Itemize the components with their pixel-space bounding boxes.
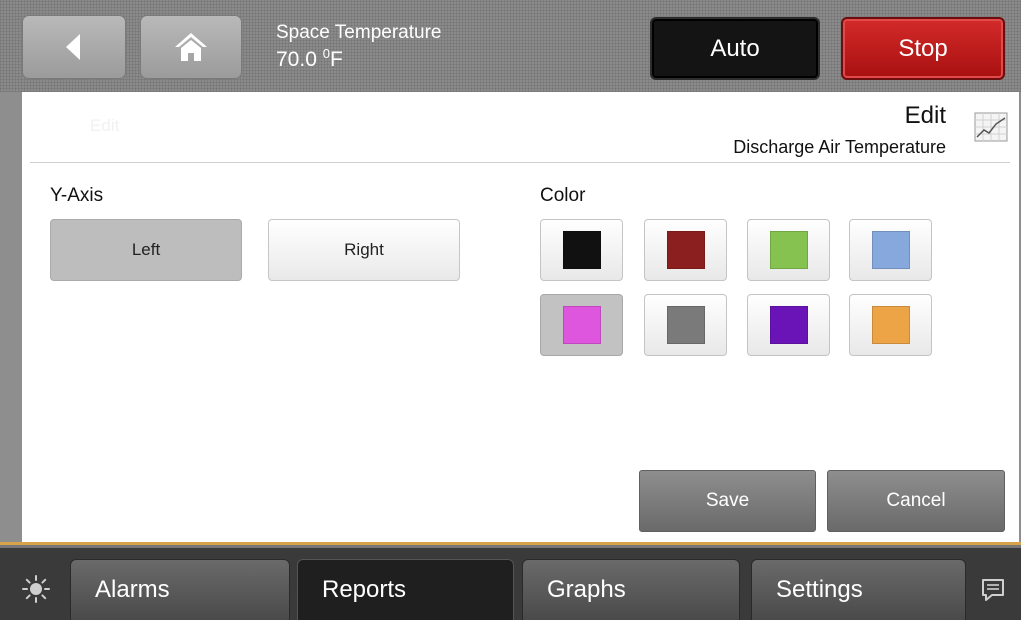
ghost-title: Edit <box>90 116 120 135</box>
color-label: Color <box>540 185 586 206</box>
cancel-button[interactable]: Cancel <box>827 470 1005 532</box>
edit-panel: Edit Edit Discharge Air Temperature Y-Ax… <box>22 92 1019 542</box>
panel-title: Edit <box>904 102 946 129</box>
color-swatch-button[interactable] <box>644 219 727 281</box>
home-button[interactable] <box>140 15 242 79</box>
color-swatch <box>769 231 808 269</box>
home-icon <box>175 33 207 61</box>
top-bar: Space Temperature 70.0 0F Auto Stop <box>0 0 1021 92</box>
space-temperature-label: Space Temperature <box>276 22 442 43</box>
nav-reports[interactable]: Reports <box>297 559 514 620</box>
panel-subtitle: Discharge Air Temperature <box>733 137 946 157</box>
color-swatch <box>769 306 808 344</box>
back-arrow-icon <box>66 34 80 60</box>
y-axis-label: Y-Axis <box>50 185 104 206</box>
color-swatch-button[interactable] <box>849 294 932 356</box>
color-swatch-button[interactable] <box>644 294 727 356</box>
color-swatch <box>871 231 910 269</box>
nav-settings[interactable]: Settings <box>751 559 966 620</box>
bottom-nav: Alarms Reports Graphs Settings <box>0 542 1021 620</box>
back-button[interactable] <box>22 15 126 79</box>
color-swatch <box>871 306 910 344</box>
y-axis-left-button[interactable]: Left <box>50 219 242 281</box>
space-temperature: Space Temperature 70.0 0F <box>276 22 441 72</box>
color-swatch-button[interactable] <box>747 219 830 281</box>
color-swatch-button[interactable] <box>747 294 830 356</box>
space-temperature-value: 70.0 0F <box>276 46 343 71</box>
nav-alarms[interactable]: Alarms <box>70 559 290 620</box>
graph-icon[interactable] <box>974 112 1008 142</box>
y-axis-right-button[interactable]: Right <box>268 219 460 281</box>
divider <box>30 162 1010 163</box>
auto-button[interactable]: Auto <box>650 17 820 80</box>
message-icon[interactable] <box>980 577 1006 603</box>
color-swatch <box>666 231 705 269</box>
color-swatch-button[interactable] <box>849 219 932 281</box>
color-swatch <box>562 306 601 344</box>
save-button[interactable]: Save <box>639 470 816 532</box>
color-swatch <box>562 231 601 269</box>
color-swatch-button[interactable] <box>540 219 623 281</box>
stop-button[interactable]: Stop <box>841 17 1005 80</box>
sun-icon[interactable] <box>22 575 50 603</box>
color-swatch-button[interactable] <box>540 294 623 356</box>
nav-graphs[interactable]: Graphs <box>522 559 740 620</box>
color-swatch <box>666 306 705 344</box>
